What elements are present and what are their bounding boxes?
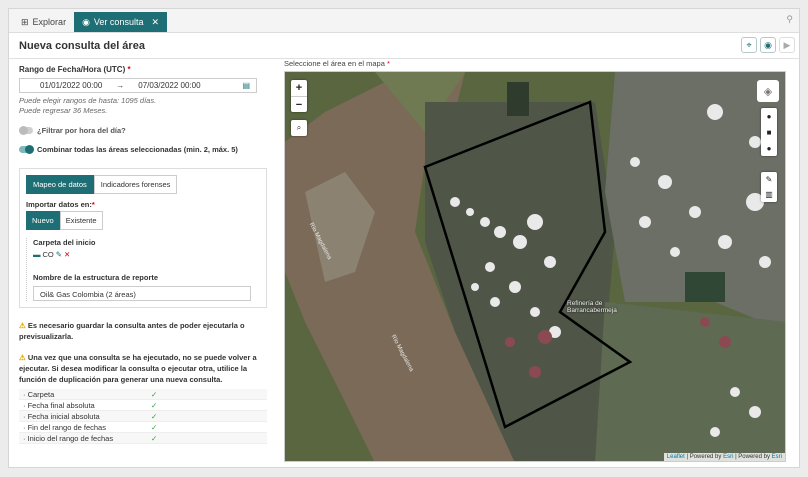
list-item: · Carpeta ✓ [19,389,267,400]
warning-icon: ⚠ [19,321,26,330]
esri-link[interactable]: Esri [723,454,733,460]
draw-point-button[interactable]: ● [761,108,777,124]
save-warning: ⚠ Es necesario guardar la consulta antes… [19,320,267,342]
panel-tabs: Mapeo de datos Indicadores forenses [26,175,260,194]
satellite-imagery [285,72,785,461]
zoom-out-button[interactable]: − [291,96,307,112]
folder-label: Carpeta del inicio [33,238,96,247]
square-icon: ■ [766,127,772,137]
import-new-button[interactable]: Nuevo [26,211,60,230]
pin-icon[interactable]: ⚲ [786,14,793,25]
tab-label: Explorar [32,17,67,27]
grid-icon: ⊞ [21,16,29,27]
eye-icon: ◉ [764,39,772,50]
draw-square-button[interactable]: ■ [761,124,777,140]
check-icon: ✓ [151,400,158,410]
run-button[interactable]: ▶ [779,37,795,53]
import-label: Importar datos en:* [26,200,95,209]
place-label: Refinería de Barrancabermeja [567,300,617,314]
import-existing-button[interactable]: Existente [59,211,103,230]
filter-hour-row: ¿Filtrar por hora del día? [19,126,267,135]
query-form: Rango de Fecha/Hora (UTC) * 01/01/2022 0… [9,59,277,469]
check-icon: ✓ [151,422,158,432]
draw-toolbar: ● ■ ● [761,108,777,156]
draw-circle-button[interactable]: ● [761,140,777,156]
combine-row: Combinar todas las áreas seleccionadas (… [19,145,267,154]
map-attribution: Leaflet | Powered by Esri | Powered by E… [663,453,785,461]
edit-icon: ✎ [765,175,773,184]
range-hint: Puede elegir rangos de hasta: 1095 días. [19,96,157,105]
daterange-input[interactable]: 01/01/2022 00:00 → 07/03/2022 00:00 ▤ [19,78,257,93]
map-pin-icon: ⌖ [746,39,752,50]
layers-button[interactable]: ◈ [757,80,779,102]
combine-label: Combinar todas las áreas seleccionadas (… [37,145,238,154]
eye-icon: ◉ [82,16,90,27]
import-segment: Nuevo Existente [26,211,260,230]
tab-label: Ver consulta [93,17,144,27]
leaflet-link[interactable]: Leaflet [667,454,685,460]
combine-toggle[interactable] [19,145,34,154]
map-label: Seleccione el área en el mapa * [284,59,390,68]
lookback-hint: Puede regresar 36 Meses. [19,106,108,115]
play-icon: ▶ [783,39,791,50]
trash-icon: ▥ [765,190,773,199]
search-button[interactable]: ⌕ [291,120,307,136]
start-date[interactable]: 01/01/2022 00:00 [40,81,102,90]
check-icon: ✓ [151,389,158,399]
edit-toolbar: ✎ ▥ [761,172,777,202]
search-icon: ⌕ [296,123,302,132]
preview-button[interactable]: ◉ [760,37,776,53]
validation-checklist: · Carpeta ✓ · Fecha final absoluta ✓ · Fec… [19,389,267,444]
app-window: ⊞ Explorar ◉ Ver consulta ✕ ⚲ Nueva cons… [8,8,800,468]
esri-link[interactable]: Esri [772,454,782,460]
list-item: · Fecha inicial absoluta ✓ [19,411,267,422]
calendar-icon[interactable]: ▤ [242,81,250,90]
remove-icon[interactable]: ✕ [64,250,70,259]
warning-icon: ⚠ [19,353,26,362]
point-icon: ● [766,111,772,121]
run-warning: ⚠ Una vez que una consulta se ha ejecuta… [19,352,267,385]
daterange-label: Rango de Fecha/Hora (UTC) * [19,65,131,74]
report-name-input[interactable]: Oil& Gas Colombia (2 áreas) [33,286,251,301]
tab-explorar[interactable]: ⊞ Explorar [13,12,74,32]
tab-indicadores[interactable]: Indicadores forenses [93,175,178,194]
page-title: Nueva consulta del área [19,39,145,52]
edit-icon[interactable]: ✎ [56,250,62,259]
check-icon: ✓ [151,411,158,421]
list-item: · Inicio del rango de fechas ✓ [19,433,267,444]
import-details: Carpeta del inicio ▬ CO ✎ ✕ Nombre de la… [26,238,260,301]
tab-ver-consulta[interactable]: ◉ Ver consulta ✕ [74,12,167,32]
header-actions: ⌖ ◉ ▶ [741,37,795,53]
tab-mapeo[interactable]: Mapeo de datos [26,175,94,194]
page-header: Nueva consulta del área ⌖ ◉ ▶ [9,33,799,59]
edit-button[interactable]: ✎ [761,172,777,187]
arrow-icon: → [116,81,125,90]
filter-hour-label: ¿Filtrar por hora del día? [37,126,126,135]
list-item: · Fecha final absoluta ✓ [19,400,267,411]
folder-name: CO [42,250,54,259]
report-label: Nombre de la estructura de reporte [33,273,159,282]
folder-value-row: ▬ CO ✎ ✕ [33,250,260,259]
zoom-in-button[interactable]: + [291,80,307,96]
warning-text: Es necesario guardar la consulta antes d… [19,321,245,341]
warning-text: Una vez que una consulta se ha ejecutado… [19,353,257,384]
delete-button[interactable]: ▥ [761,187,777,202]
list-item: · Fin del rango de fechas ✓ [19,422,267,433]
layers-icon: ◈ [763,85,773,98]
end-date[interactable]: 07/03/2022 00:00 [138,81,200,90]
zoom-control: + − [291,80,307,112]
check-icon: ✓ [151,433,158,443]
folder-icon: ▬ [33,250,41,259]
circle-icon: ● [766,143,772,153]
map[interactable]: Río Magdalena Río Magdalena Refinería de… [284,71,786,462]
map-section: Seleccione el área en el mapa * Río Magd… [284,59,794,462]
tab-bar: ⊞ Explorar ◉ Ver consulta ✕ ⚲ [9,9,799,33]
close-icon[interactable]: ✕ [151,17,159,28]
map-pin-button[interactable]: ⌖ [741,37,757,53]
filter-hour-toggle[interactable] [19,126,33,135]
mapping-panel: Mapeo de datos Indicadores forenses Impo… [19,168,267,308]
